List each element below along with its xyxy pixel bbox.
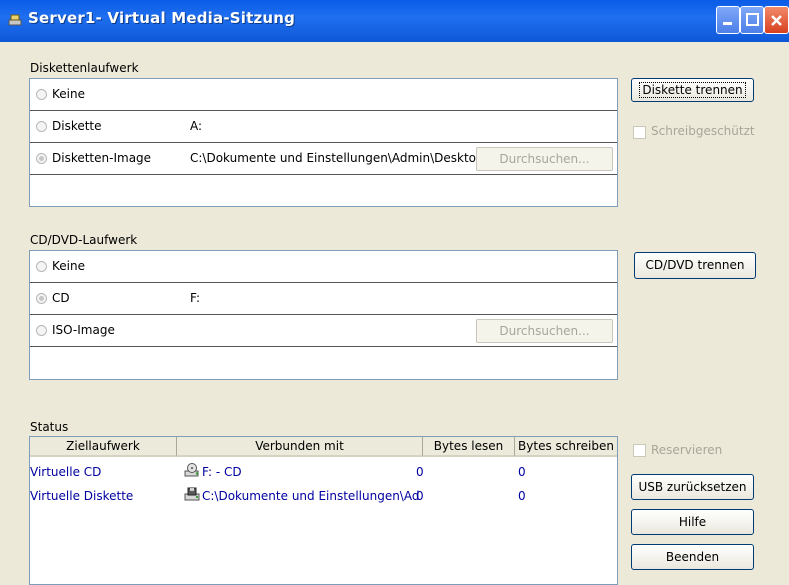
row-bytes-read: 0 (416, 465, 424, 479)
floppy-option-image[interactable]: Disketten-Image C:\Dokumente und Einstel… (30, 143, 617, 175)
window-title: Server1- Virtual Media-Sitzung (28, 9, 296, 27)
maximize-icon (746, 13, 759, 26)
title-bar[interactable]: Server1- Virtual Media-Sitzung (0, 0, 789, 42)
floppy-browse-button[interactable]: Durchsuchen... (476, 147, 613, 171)
row-connected: C:\Dokumente und Einstellungen\Ad... (202, 489, 420, 503)
cddvd-cd-label: CD (52, 291, 70, 305)
status-table: Ziellaufwerk Verbunden mit Bytes lesen B… (29, 436, 618, 585)
row-target: Virtuelle Diskette (30, 489, 134, 503)
row-bytes-write: 0 (518, 465, 526, 479)
floppy-disconnect-button[interactable]: Diskette trennen (631, 78, 754, 102)
write-protect-checkbox[interactable] (633, 126, 646, 139)
floppy-image-radio[interactable] (36, 153, 47, 164)
help-button[interactable]: Hilfe (631, 509, 754, 535)
reserve-label: Reservieren (651, 443, 723, 457)
minimize-button[interactable] (716, 6, 740, 34)
cddvd-group-label: CD/DVD-Laufwerk (30, 233, 138, 247)
floppy-disk-value: A: (190, 119, 203, 133)
floppy-disk-radio[interactable] (36, 121, 47, 132)
close-icon (771, 15, 782, 26)
cddvd-iso-label: ISO-Image (52, 323, 115, 337)
status-group-label: Status (30, 420, 69, 434)
exit-button[interactable]: Beenden (631, 544, 754, 570)
column-header-target[interactable]: Ziellaufwerk (30, 437, 177, 457)
floppy-option-none[interactable]: Keine (30, 79, 617, 111)
floppy-disk-label: Diskette (52, 119, 102, 133)
row-bytes-read: 0 (416, 489, 424, 503)
cddvd-browse-button[interactable]: Durchsuchen... (476, 319, 613, 343)
row-connected: F: - CD (202, 465, 242, 479)
floppy-image-path: C:\Dokumente und Einstellungen\Admin\Des… (190, 151, 513, 165)
write-protect-label: Schreibgeschützt (651, 124, 755, 138)
floppy-disconnect-label: Diskette trennen (639, 82, 746, 98)
column-header-connected[interactable]: Verbunden mit (177, 437, 423, 457)
cddvd-option-iso[interactable]: ISO-Image Durchsuchen... (30, 315, 617, 347)
row-bytes-write: 0 (518, 489, 526, 503)
cddvd-option-cd[interactable]: CD F: (30, 283, 617, 315)
floppy-none-radio[interactable] (36, 89, 47, 100)
maximize-button[interactable] (740, 6, 764, 34)
floppy-option-disk[interactable]: Diskette A: (30, 111, 617, 143)
cddvd-cd-radio[interactable] (36, 293, 47, 304)
close-button[interactable] (764, 6, 789, 34)
cddvd-options-panel: Keine CD F: ISO-Image Durchsuchen... (29, 250, 618, 380)
app-icon (8, 14, 22, 26)
cd-drive-icon (184, 463, 199, 477)
column-header-bytes-read[interactable]: Bytes lesen (423, 437, 515, 457)
floppy-image-label: Disketten-Image (52, 151, 152, 165)
reserve-checkbox[interactable] (633, 444, 646, 457)
floppy-none-label: Keine (52, 87, 85, 101)
cddvd-cd-value: F: (190, 291, 201, 305)
floppy-group-label: Diskettenlaufwerk (30, 61, 139, 75)
usb-reset-button[interactable]: USB zurücksetzen (631, 474, 754, 500)
cddvd-none-label: Keine (52, 259, 85, 273)
cddvd-option-none[interactable]: Keine (30, 251, 617, 283)
row-target: Virtuelle CD (30, 465, 102, 479)
column-header-bytes-write[interactable]: Bytes schreiben (515, 437, 617, 457)
minimize-icon (723, 22, 732, 25)
cddvd-iso-radio[interactable] (36, 325, 47, 336)
floppy-drive-icon (184, 487, 200, 501)
cddvd-none-radio[interactable] (36, 261, 47, 272)
cddvd-disconnect-button[interactable]: CD/DVD trennen (634, 252, 756, 279)
floppy-options-panel: Keine Diskette A: Disketten-Image C:\Dok… (29, 78, 618, 207)
